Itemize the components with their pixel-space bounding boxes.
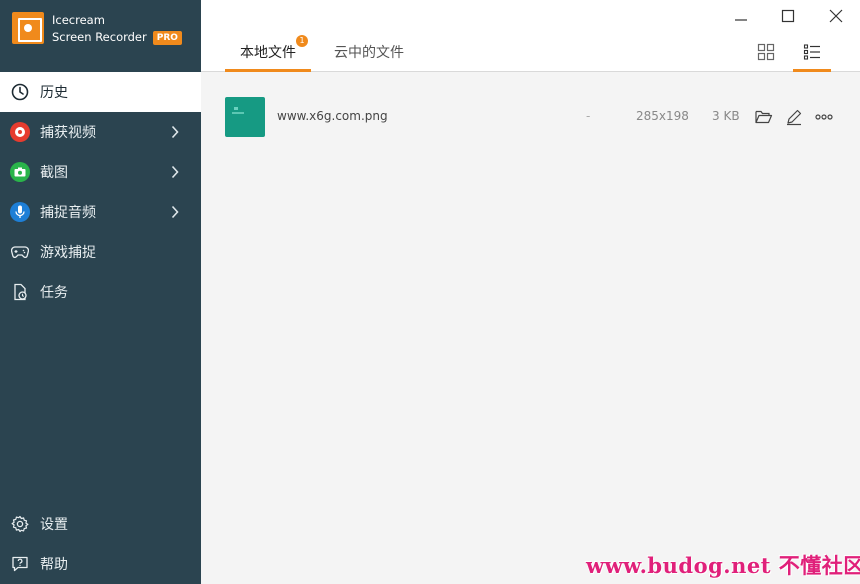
pencil-icon (787, 109, 802, 126)
clock-icon (10, 82, 30, 102)
app-brand: Icecream Screen Recorder PRO (12, 12, 182, 46)
sidebar-item-settings[interactable]: 设置 (0, 504, 201, 544)
sidebar-item-label: 设置 (40, 517, 68, 533)
sidebar-item-help[interactable]: 帮助 (0, 544, 201, 584)
app-name-line2: Screen Recorder (52, 30, 147, 44)
sidebar-item-screenshot[interactable]: 截图 (0, 152, 201, 192)
main-panel: 本地文件 1 云中的文件 www.x6g.com.png - 285x198 3… (201, 0, 860, 584)
sidebar-item-label: 帮助 (40, 557, 68, 573)
open-folder-button[interactable] (754, 107, 774, 127)
file-name: www.x6g.com.png (277, 109, 388, 123)
tab-label: 本地文件 (240, 45, 296, 61)
sidebar-item-capture-video[interactable]: 捕获视频 (0, 112, 201, 152)
sidebar: Icecream Screen Recorder PRO 历史 捕获视频 截图 … (0, 0, 201, 584)
camera-icon (10, 162, 30, 182)
sidebar-item-history[interactable]: 历史 (0, 72, 201, 112)
app-name: Icecream Screen Recorder PRO (52, 12, 182, 46)
sidebar-item-label: 游戏捕捉 (40, 245, 96, 261)
list-view-button[interactable] (793, 40, 831, 72)
app-name-line1: Icecream (52, 13, 105, 27)
more-icon (815, 114, 833, 120)
close-button[interactable] (826, 6, 846, 26)
task-icon (10, 282, 30, 302)
sidebar-item-capture-audio[interactable]: 捕捉音频 (0, 192, 201, 232)
file-dimensions: 285x198 (636, 109, 689, 123)
sidebar-item-label: 任务 (40, 285, 68, 301)
sidebar-item-game-capture[interactable]: 游戏捕捉 (0, 232, 201, 272)
close-icon (829, 9, 843, 23)
grid-view-icon (757, 43, 775, 61)
maximize-button[interactable] (778, 6, 798, 26)
microphone-icon (10, 202, 30, 222)
app-logo-icon (12, 12, 44, 44)
sidebar-item-tasks[interactable]: 任务 (0, 272, 201, 312)
record-icon (10, 122, 30, 142)
watermark: www.budog.net 不懂社区 (586, 553, 860, 578)
minimize-button[interactable] (731, 6, 751, 26)
grid-view-button[interactable] (753, 40, 779, 64)
more-options-button[interactable] (814, 107, 834, 127)
sidebar-bottom-nav: 设置 帮助 (0, 504, 201, 584)
minimize-icon (735, 19, 747, 21)
file-thumbnail[interactable] (225, 97, 265, 137)
pro-badge: PRO (152, 30, 182, 45)
gear-icon (10, 514, 30, 534)
help-icon (10, 554, 30, 574)
sidebar-item-label: 历史 (40, 85, 68, 101)
tab-local-files[interactable]: 本地文件 1 (225, 35, 311, 72)
chevron-right-icon (171, 165, 179, 179)
file-duration: - (586, 109, 591, 123)
sidebar-item-label: 捕捉音频 (40, 205, 96, 221)
file-size: 3 KB (712, 109, 740, 123)
tab-label: 云中的文件 (334, 45, 404, 61)
tab-cloud-files[interactable]: 云中的文件 (334, 42, 404, 72)
sidebar-item-label: 截图 (40, 165, 68, 181)
list-view-icon (803, 44, 820, 60)
top-bar: 本地文件 1 云中的文件 (201, 0, 860, 72)
maximize-icon (781, 9, 795, 23)
edit-button[interactable] (784, 107, 804, 127)
sidebar-nav: 历史 捕获视频 截图 捕捉音频 游戏捕捉 任务 (0, 72, 201, 312)
chevron-right-icon (171, 205, 179, 219)
chevron-right-icon (171, 125, 179, 139)
file-row[interactable]: www.x6g.com.png - 285x198 3 KB (225, 97, 845, 137)
sidebar-item-label: 捕获视频 (40, 125, 96, 141)
notification-badge: 1 (296, 35, 308, 47)
folder-icon (755, 110, 773, 124)
gamepad-icon (10, 242, 30, 262)
